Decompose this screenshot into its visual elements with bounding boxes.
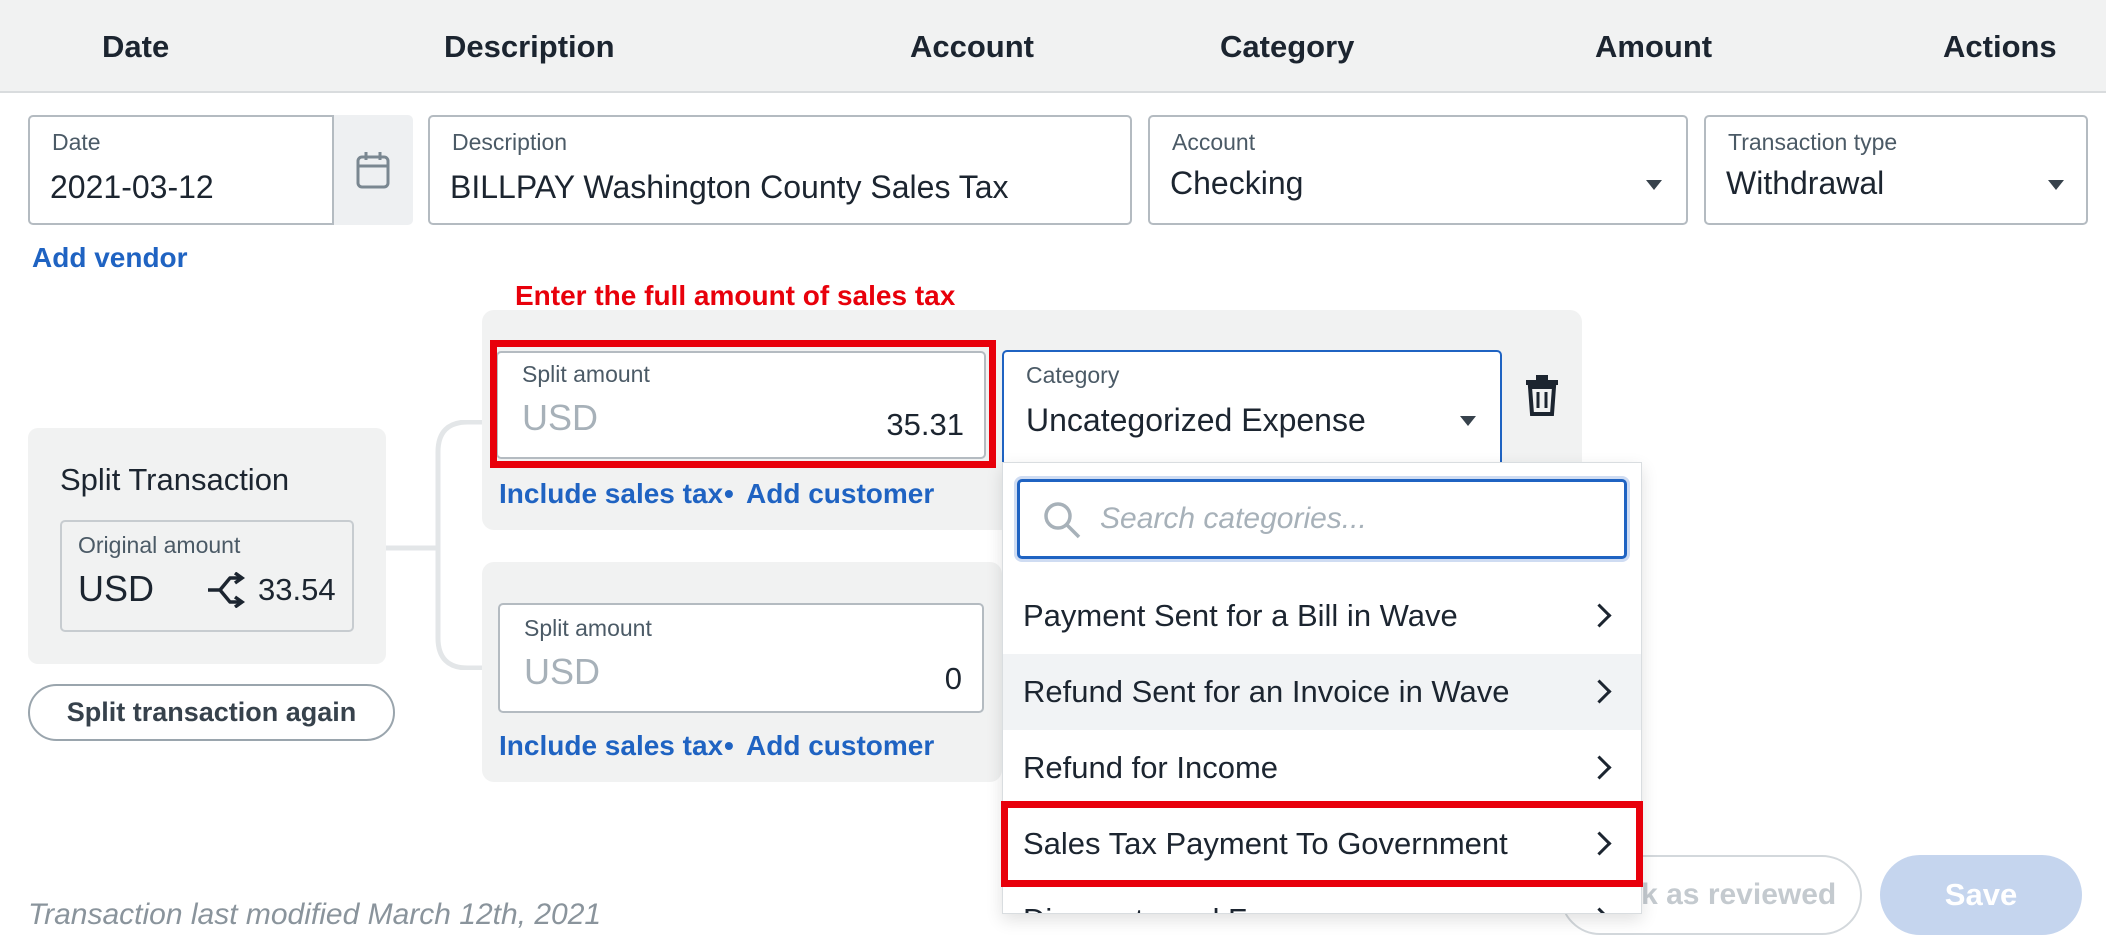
original-amount-value: 33.54 — [258, 572, 336, 607]
column-actions: Actions — [1943, 29, 2057, 64]
description-value: BILLPAY Washington County Sales Tax — [450, 169, 1009, 205]
column-description: Description — [444, 29, 615, 64]
column-account: Account — [910, 29, 1034, 64]
annotation-highlight-box — [1001, 801, 1643, 887]
caret-down-icon — [1646, 180, 1662, 190]
chevron-right-icon — [1587, 755, 1612, 780]
include-sales-tax-link[interactable]: Include sales tax — [499, 478, 723, 510]
split-icon — [208, 572, 246, 608]
dropdown-item[interactable]: Refund for Income — [1003, 730, 1641, 806]
caret-down-icon — [2048, 180, 2064, 190]
split-transaction-title: Split Transaction — [60, 462, 290, 497]
date-value: 2021-03-12 — [50, 169, 214, 205]
category-select[interactable]: Category Uncategorized Expense — [1002, 350, 1502, 462]
account-value: Checking — [1170, 165, 1304, 201]
trash-icon[interactable] — [1524, 374, 1560, 416]
link-separator: • — [724, 478, 734, 509]
dropdown-item[interactable]: Payment Sent for a Bill in Wave — [1003, 578, 1641, 654]
column-date: Date — [102, 29, 170, 64]
transaction-type-label: Transaction type — [1728, 129, 1898, 155]
category-label: Category — [1026, 362, 1120, 388]
account-select[interactable]: Account Checking — [1148, 115, 1688, 225]
dropdown-item-label: Payment Sent for a Bill in Wave — [1023, 598, 1458, 633]
split-again-label: Split transaction again — [66, 697, 357, 727]
add-customer-link[interactable]: Add customer — [746, 478, 934, 510]
original-amount-box: Original amount USD 33.54 — [60, 520, 354, 632]
caret-down-icon — [1460, 416, 1476, 426]
link-separator: • — [724, 730, 734, 761]
save-label: Save — [1944, 877, 2018, 912]
split-transaction-panel: Split Transaction Original amount USD 33… — [28, 428, 386, 664]
split-amount-value: 0 — [944, 661, 962, 696]
original-currency: USD — [78, 568, 155, 609]
split-amount-label: Split amount — [524, 615, 652, 641]
split-currency: USD — [524, 651, 601, 692]
add-customer-link[interactable]: Add customer — [746, 730, 934, 762]
calendar-icon — [356, 152, 390, 189]
description-label: Description — [452, 129, 568, 155]
category-search-input[interactable]: Search categories... — [1017, 479, 1627, 559]
table-header: Date Description Account Category Amount… — [0, 0, 2106, 93]
add-vendor-link[interactable]: Add vendor — [32, 242, 188, 274]
dropdown-item[interactable]: Refund Sent for an Invoice in Wave — [1003, 654, 1641, 730]
transaction-type-select[interactable]: Transaction type Withdrawal — [1704, 115, 2088, 225]
description-field[interactable]: Description BILLPAY Washington County Sa… — [428, 115, 1132, 225]
search-icon — [1044, 502, 1081, 539]
search-placeholder: Search categories... — [1100, 502, 1367, 535]
original-amount-label: Original amount — [78, 532, 241, 558]
chevron-right-icon — [1587, 603, 1612, 628]
last-modified-text: Transaction last modified March 12th, 20… — [28, 898, 602, 931]
dropdown-item-label: Refund Sent for an Invoice in Wave — [1023, 674, 1510, 709]
date-label: Date — [52, 129, 101, 155]
date-picker-button[interactable] — [332, 115, 413, 225]
transaction-type-value: Withdrawal — [1726, 165, 1885, 201]
account-label: Account — [1172, 129, 1256, 155]
chevron-right-icon — [1587, 679, 1612, 704]
date-field[interactable]: Date 2021-03-12 — [28, 115, 413, 225]
split-amount-input-2[interactable]: Split amount USD 0 — [498, 603, 984, 713]
include-sales-tax-link[interactable]: Include sales tax — [499, 730, 723, 762]
split-transaction-again-button[interactable]: Split transaction again — [28, 684, 395, 741]
chevron-right-icon — [1587, 907, 1612, 913]
column-category: Category — [1220, 29, 1355, 64]
annotation-highlight-box — [490, 340, 996, 468]
split-connector — [386, 420, 482, 670]
dropdown-item-label: Refund for Income — [1023, 750, 1279, 785]
save-button[interactable]: Save — [1880, 855, 2082, 935]
category-value: Uncategorized Expense — [1026, 402, 1366, 438]
column-amount: Amount — [1595, 29, 1713, 64]
